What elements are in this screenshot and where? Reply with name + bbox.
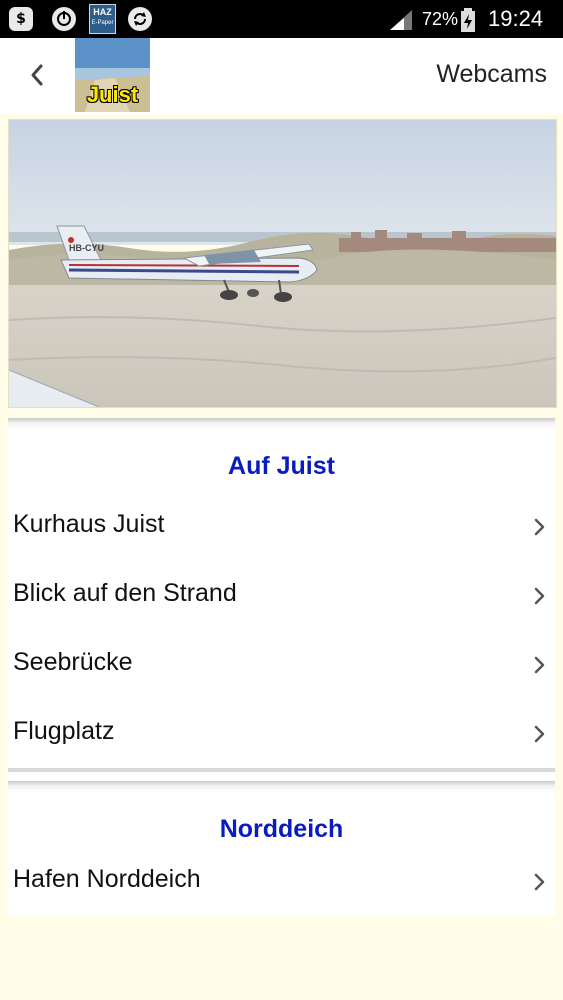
battery-charging-icon bbox=[461, 8, 475, 32]
app-bar: Juist Webcams bbox=[0, 38, 563, 114]
webcam-image: HB-CYU bbox=[8, 119, 557, 408]
section-auf-juist: Auf Juist Kurhaus Juist Blick auf den St… bbox=[8, 418, 555, 790]
svg-text:HB-CYU: HB-CYU bbox=[69, 243, 104, 253]
list-item-kurhaus-juist[interactable]: Kurhaus Juist bbox=[8, 492, 555, 561]
chevron-right-icon bbox=[534, 587, 545, 605]
refresh-app-icon bbox=[128, 7, 152, 31]
section-title: Auf Juist bbox=[228, 452, 335, 480]
list-item-hafen-norddeich[interactable]: Hafen Norddeich bbox=[8, 855, 555, 915]
section-norddeich: Norddeich Hafen Norddeich bbox=[8, 781, 555, 915]
status-bar: $ HAZ E-Paper 72% 19:24 bbox=[0, 0, 563, 38]
clock: 19:24 bbox=[488, 6, 544, 31]
page-title: Webcams bbox=[436, 60, 547, 88]
chevron-right-icon bbox=[534, 873, 545, 891]
section-title: Norddeich bbox=[219, 815, 344, 843]
list-item-flugplatz[interactable]: Flugplatz bbox=[8, 699, 555, 768]
chevron-right-icon bbox=[534, 518, 545, 536]
dollar-app-icon: $ bbox=[9, 7, 33, 31]
sync-app-icon bbox=[52, 7, 76, 31]
signal-icon bbox=[390, 10, 412, 30]
haz-epaper-icon: HAZ E-Paper bbox=[89, 4, 116, 34]
back-icon[interactable] bbox=[25, 60, 49, 90]
list-item-blick-auf-den-strand[interactable]: Blick auf den Strand bbox=[8, 561, 555, 630]
battery-percent: 72% bbox=[422, 9, 459, 29]
chevron-right-icon bbox=[534, 656, 545, 674]
list-item-seebruecke[interactable]: Seebrücke bbox=[8, 630, 555, 699]
juist-logo: Juist bbox=[75, 38, 150, 112]
chevron-right-icon bbox=[534, 725, 545, 743]
